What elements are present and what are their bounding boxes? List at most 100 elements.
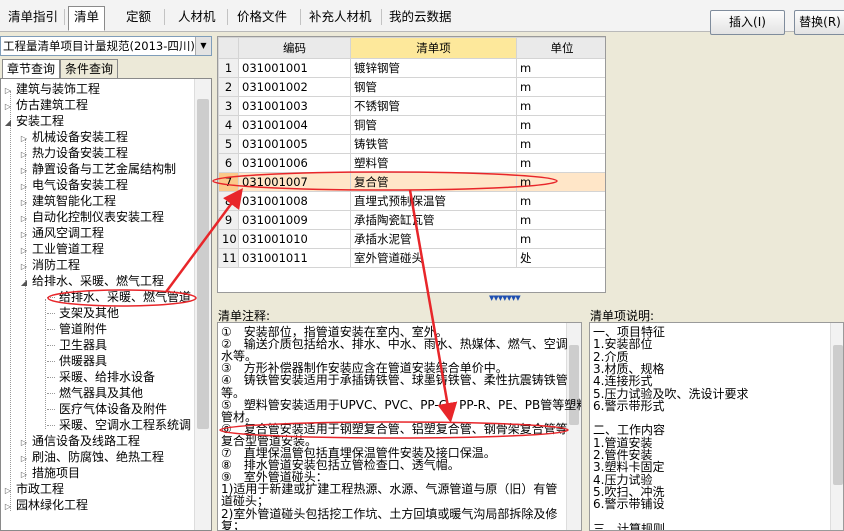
tree-node[interactable]: ▷ 建筑智能化工程 bbox=[19, 193, 116, 209]
tab-my-cloud-data[interactable]: 我的云数据 bbox=[383, 6, 458, 28]
header-list-item[interactable]: 清单项 bbox=[350, 37, 517, 59]
table-row[interactable]: 5 031001005 铸铁管 m bbox=[218, 134, 605, 154]
cell-row-number[interactable]: 4 bbox=[218, 115, 239, 135]
replace-button[interactable]: 替换(R) bbox=[794, 10, 844, 35]
cell-row-number[interactable]: 2 bbox=[218, 77, 239, 97]
cell-code[interactable]: 031001006 bbox=[238, 153, 351, 173]
cell-row-number[interactable]: 8 bbox=[218, 191, 239, 211]
cell-unit[interactable]: m bbox=[516, 191, 605, 211]
cell-list-item[interactable]: 复合管 bbox=[350, 172, 517, 192]
tree-node[interactable]: ▷ 自动化控制仪表安装工程 bbox=[19, 209, 164, 225]
tab-condition-query[interactable]: 条件查询 bbox=[60, 59, 119, 79]
expanded-triangle-icon[interactable]: ◢ bbox=[19, 275, 29, 291]
cell-code[interactable]: 031001005 bbox=[238, 134, 351, 154]
cell-unit[interactable]: m bbox=[516, 153, 605, 173]
cell-unit[interactable]: m bbox=[516, 115, 605, 135]
notes-scrollbar[interactable] bbox=[566, 323, 581, 530]
cell-list-item[interactable]: 不锈钢管 bbox=[350, 96, 517, 116]
table-row[interactable]: 6 031001006 塑料管 m bbox=[218, 153, 605, 173]
pane-splitter[interactable]: ▼▼▼▼▼▼▼ bbox=[217, 293, 586, 302]
cell-row-number[interactable]: 3 bbox=[218, 96, 239, 116]
tree-node[interactable]: 采暖、空调水工程系统调 bbox=[47, 417, 191, 433]
tree-node[interactable]: ▷ 仿古建筑工程 bbox=[3, 97, 88, 113]
tree-node[interactable]: ▷ 刷油、防腐蚀、绝热工程 bbox=[19, 449, 164, 465]
notes-scrollbar-thumb[interactable] bbox=[569, 345, 579, 425]
header-unit[interactable]: 单位 bbox=[516, 37, 605, 59]
tree-node[interactable]: ▷ 通风空调工程 bbox=[19, 225, 104, 241]
cell-row-number[interactable]: 9 bbox=[218, 210, 239, 230]
cell-code[interactable]: 031001009 bbox=[238, 210, 351, 230]
collapsed-triangle-icon[interactable]: ▷ bbox=[3, 499, 13, 515]
tree-node[interactable]: 管道附件 bbox=[47, 321, 107, 337]
cell-unit[interactable]: m bbox=[516, 229, 605, 249]
cell-code[interactable]: 031001008 bbox=[238, 191, 351, 211]
tree-node[interactable]: 支架及其他 bbox=[47, 305, 119, 321]
table-row[interactable]: 11 031001011 室外管道碰头处 bbox=[218, 248, 605, 268]
cell-list-item[interactable]: 铜管 bbox=[350, 115, 517, 135]
cell-row-number[interactable]: 11 bbox=[218, 248, 239, 268]
tree-node[interactable]: 卫生器具 bbox=[47, 337, 107, 353]
cell-unit[interactable]: m bbox=[516, 210, 605, 230]
tab-labor-material-machine[interactable]: 人材机 bbox=[172, 6, 222, 28]
cell-list-item[interactable]: 铸铁管 bbox=[350, 134, 517, 154]
description-scrollbar-thumb[interactable] bbox=[833, 345, 843, 485]
cell-list-item[interactable]: 塑料管 bbox=[350, 153, 517, 173]
tree-node[interactable]: ▷ 机械设备安装工程 bbox=[19, 129, 128, 145]
cell-code[interactable]: 031001002 bbox=[238, 77, 351, 97]
table-row[interactable]: 7 031001007 复合管 m bbox=[218, 172, 605, 192]
tree-node[interactable]: 燃气器具及其他 bbox=[47, 385, 143, 401]
cell-row-number[interactable]: 5 bbox=[218, 134, 239, 154]
tab-list-guide[interactable]: 清单指引 bbox=[2, 6, 64, 28]
tree-node[interactable]: ▷ 园林绿化工程 bbox=[3, 497, 88, 513]
cell-list-item[interactable]: 直埋式预制保温管 bbox=[350, 191, 517, 211]
tree-scrollbar-thumb[interactable] bbox=[197, 99, 209, 429]
tab-price-file[interactable]: 价格文件 bbox=[231, 6, 293, 28]
tree-node[interactable]: 供暖器具 bbox=[47, 353, 107, 369]
table-row[interactable]: 8 031001008 直埋式预制保温管 m bbox=[218, 191, 605, 211]
tab-supplement-lmm[interactable]: 补充人材机 bbox=[303, 6, 378, 28]
cell-unit[interactable]: m bbox=[516, 77, 605, 97]
cell-code[interactable]: 031001007 bbox=[238, 172, 351, 192]
insert-button[interactable]: 插入(I) bbox=[710, 10, 785, 35]
cell-list-item[interactable]: 承插陶瓷缸瓦管 bbox=[350, 210, 517, 230]
cell-list-item[interactable]: 承插水泥管 bbox=[350, 229, 517, 249]
cell-code[interactable]: 031001004 bbox=[238, 115, 351, 135]
tree-node[interactable]: 给排水、采暖、燃气管道 bbox=[47, 289, 191, 305]
table-row[interactable]: 1 031001001 镀锌钢管 m bbox=[218, 58, 605, 78]
tree-node[interactable]: ▷ 措施项目 bbox=[19, 465, 80, 481]
tree-node[interactable]: ▷ 热力设备安装工程 bbox=[19, 145, 128, 161]
cell-row-number[interactable]: 6 bbox=[218, 153, 239, 173]
tree-node[interactable]: ▷ 工业管道工程 bbox=[19, 241, 104, 257]
cell-list-item[interactable]: 室外管道碰头 bbox=[350, 248, 517, 268]
table-row[interactable]: 9 031001009 承插陶瓷缸瓦管 m bbox=[218, 210, 605, 230]
cell-row-number[interactable]: 7 bbox=[218, 172, 239, 192]
tab-list[interactable]: 清单 bbox=[68, 6, 106, 31]
tree-node[interactable]: ◢ 给排水、采暖、燃气工程 bbox=[19, 273, 164, 289]
cell-unit[interactable]: m bbox=[516, 134, 605, 154]
cell-code[interactable]: 031001001 bbox=[238, 58, 351, 78]
tree-node[interactable]: ▷ 静置设备与工艺金属结构制 bbox=[19, 161, 176, 177]
table-row[interactable]: 2 031001002 钢管 m bbox=[218, 77, 605, 97]
tree-node[interactable]: 医疗气体设备及附件 bbox=[47, 401, 167, 417]
tab-chapter-query[interactable]: 章节查询 bbox=[2, 59, 61, 79]
tab-quota[interactable]: 定额 bbox=[120, 6, 157, 28]
header-code[interactable]: 编码 bbox=[238, 37, 351, 59]
splitter-grip-icon[interactable]: ▼▼▼▼▼▼▼ bbox=[489, 294, 521, 302]
cell-list-item[interactable]: 钢管 bbox=[350, 77, 517, 97]
cell-unit[interactable]: m bbox=[516, 172, 605, 192]
cell-unit[interactable]: m bbox=[516, 96, 605, 116]
cell-code[interactable]: 031001010 bbox=[238, 229, 351, 249]
cell-unit[interactable]: m bbox=[516, 58, 605, 78]
expanded-triangle-icon[interactable]: ◢ bbox=[3, 115, 13, 131]
cell-row-number[interactable]: 1 bbox=[218, 58, 239, 78]
spec-select[interactable]: 工程量清单项目计量规范(2013-四川) ▼ bbox=[0, 36, 212, 56]
tree-node[interactable]: ▷ 建筑与装饰工程 bbox=[3, 81, 100, 97]
chevron-down-icon[interactable]: ▼ bbox=[195, 37, 211, 55]
tree-node[interactable]: ▷ 消防工程 bbox=[19, 257, 80, 273]
table-row[interactable]: 4 031001004 铜管 m bbox=[218, 115, 605, 135]
table-row[interactable]: 3 031001003 不锈钢管 m bbox=[218, 96, 605, 116]
cell-row-number[interactable]: 10 bbox=[218, 229, 239, 249]
tree-scrollbar[interactable] bbox=[194, 79, 211, 530]
description-scrollbar[interactable] bbox=[830, 323, 843, 530]
cell-code[interactable]: 031001003 bbox=[238, 96, 351, 116]
